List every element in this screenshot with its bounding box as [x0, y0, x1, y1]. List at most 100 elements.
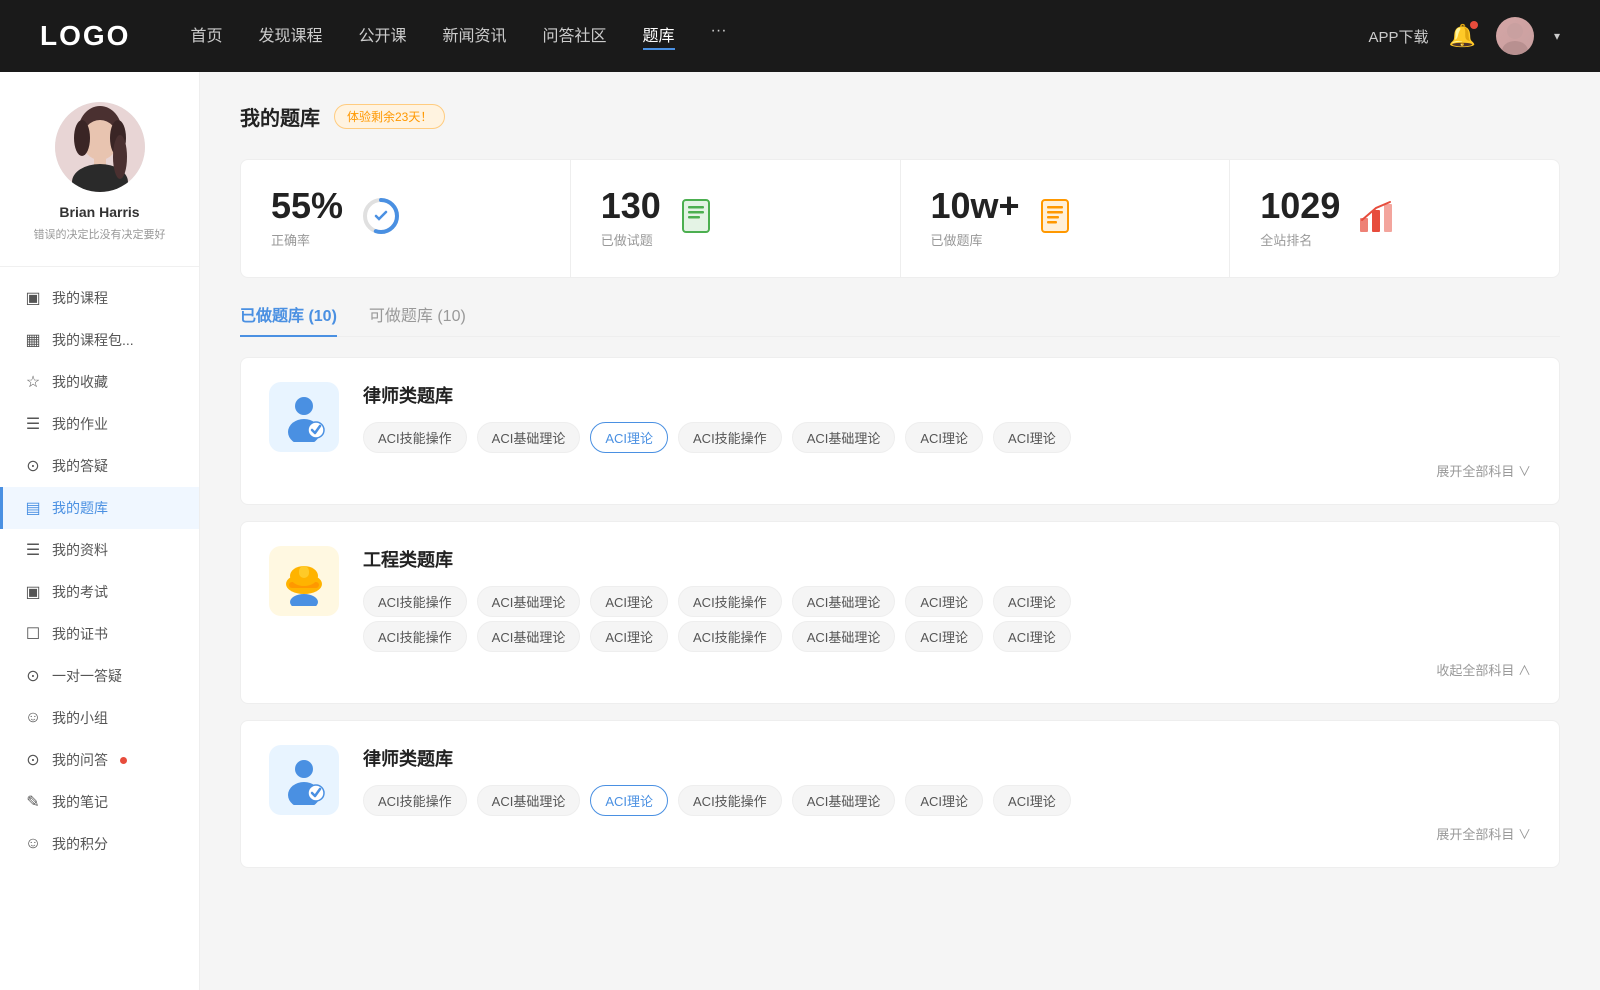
bank-tag[interactable]: ACI技能操作 [363, 785, 467, 816]
course-pack-icon: ▦ [24, 330, 42, 350]
bank-tag[interactable]: ACI理论 [993, 422, 1071, 453]
bank-expand-2[interactable]: 收起全部科目 ∧ [363, 660, 1531, 679]
bank-tag-active[interactable]: ACI理论 [590, 785, 668, 816]
bank-section-inner: 律师类题库 ACI技能操作 ACI基础理论 ACI理论 ACI技能操作 ACI基… [269, 382, 1531, 480]
bank-tag[interactable]: ACI技能操作 [678, 422, 782, 453]
bank-name-lawyer-2: 律师类题库 [363, 745, 1531, 771]
nav-more[interactable]: ··· [711, 22, 727, 50]
bank-expand-1[interactable]: 展开全部科目 ∨ [363, 461, 1531, 480]
sidebar-item-favorites[interactable]: ☆ 我的收藏 [0, 361, 199, 403]
tab-done[interactable]: 已做题库 (10) [240, 302, 337, 336]
sidebar-item-exam[interactable]: ▣ 我的考试 [0, 571, 199, 613]
stat-done-banks: 10w+ 已做题库 [901, 160, 1231, 277]
bank-tags-engineer-row2: ACI技能操作 ACI基础理论 ACI理论 ACI技能操作 ACI基础理论 AC… [363, 621, 1531, 652]
sidebar-item-certificate[interactable]: ☐ 我的证书 [0, 613, 199, 655]
bank-tag[interactable]: ACI技能操作 [678, 586, 782, 617]
bank-tag[interactable]: ACI理论 [905, 586, 983, 617]
bank-tags-lawyer-2: ACI技能操作 ACI基础理论 ACI理论 ACI技能操作 ACI基础理论 AC… [363, 785, 1531, 816]
stat-done-banks-label: 已做题库 [931, 230, 1020, 249]
bank-tag[interactable]: ACI技能操作 [678, 621, 782, 652]
notes-icon: ✎ [24, 792, 42, 812]
nav-discover[interactable]: 发现课程 [258, 22, 322, 50]
sidebar-item-label: 我的笔记 [52, 792, 108, 812]
bank-section-lawyer-2: 律师类题库 ACI技能操作 ACI基础理论 ACI理论 ACI技能操作 ACI基… [240, 720, 1560, 868]
tab-available[interactable]: 可做题库 (10) [369, 302, 466, 336]
avatar-chevron[interactable]: ▾ [1554, 29, 1560, 43]
bank-tag[interactable]: ACI理论 [905, 621, 983, 652]
sidebar-item-oneone[interactable]: ⊙ 一对一答疑 [0, 655, 199, 697]
bank-tag[interactable]: ACI技能操作 [363, 586, 467, 617]
sidebar-item-course-pack[interactable]: ▦ 我的课程包... [0, 319, 199, 361]
page-header: 我的题库 体验剩余23天！ [240, 102, 1560, 131]
bank-tags-engineer-row1: ACI技能操作 ACI基础理论 ACI理论 ACI技能操作 ACI基础理论 AC… [363, 586, 1531, 617]
sidebar-item-bank[interactable]: ▤ 我的题库 [0, 487, 199, 529]
bank-tag[interactable]: ACI技能操作 [363, 621, 467, 652]
bank-tag[interactable]: ACI理论 [993, 621, 1071, 652]
bank-expand-3[interactable]: 展开全部科目 ∨ [363, 824, 1531, 843]
stat-done-questions-icon [679, 198, 715, 239]
oneone-icon: ⊙ [24, 666, 42, 686]
notification-bell[interactable]: 🔔 [1449, 23, 1476, 49]
sidebar-item-label: 我的考试 [52, 582, 108, 602]
sidebar-item-notes[interactable]: ✎ 我的笔记 [0, 781, 199, 823]
exam-icon: ▣ [24, 582, 42, 602]
sidebar-item-questions[interactable]: ⊙ 我的答疑 [0, 445, 199, 487]
sidebar-item-materials[interactable]: ☰ 我的资料 [0, 529, 199, 571]
avatar [55, 102, 145, 192]
bank-tags-lawyer-1: ACI技能操作 ACI基础理论 ACI理论 ACI技能操作 ACI基础理论 AC… [363, 422, 1531, 453]
bank-tag[interactable]: ACI理论 [993, 785, 1071, 816]
bank-tag[interactable]: ACI基础理论 [477, 785, 581, 816]
avatar-placeholder [1496, 17, 1534, 55]
bank-tag[interactable]: ACI理论 [590, 621, 668, 652]
app-download[interactable]: APP下载 [1369, 26, 1429, 47]
bank-tag[interactable]: ACI基础理论 [792, 586, 896, 617]
stat-ranking: 1029 全站排名 [1230, 160, 1559, 277]
stats-row: 55% 正确率 130 已做试题 [240, 159, 1560, 278]
bank-content-lawyer-1: 律师类题库 ACI技能操作 ACI基础理论 ACI理论 ACI技能操作 ACI基… [363, 382, 1531, 480]
bank-tag[interactable]: ACI基础理论 [792, 785, 896, 816]
stat-ranking-label: 全站排名 [1260, 230, 1340, 249]
sidebar-item-label: 我的积分 [52, 834, 108, 854]
nav-qa[interactable]: 问答社区 [543, 22, 607, 50]
sidebar-item-label: 我的资料 [52, 540, 108, 560]
logo: LOGO [40, 20, 130, 52]
stat-done-banks-value: 10w+ [931, 188, 1020, 224]
course-icon: ▣ [24, 288, 42, 308]
nav-news[interactable]: 新闻资讯 [443, 22, 507, 50]
bank-tag[interactable]: ACI基础理论 [477, 621, 581, 652]
sidebar-item-course[interactable]: ▣ 我的课程 [0, 277, 199, 319]
bank-tag[interactable]: ACI理论 [905, 422, 983, 453]
navbar-right: APP下载 🔔 ▾ [1369, 17, 1560, 55]
nav-opencourse[interactable]: 公开课 [358, 22, 406, 50]
sidebar-item-homework[interactable]: ☰ 我的作业 [0, 403, 199, 445]
stat-done-questions-label: 已做试题 [601, 230, 661, 249]
stat-done-questions-content: 130 已做试题 [601, 188, 661, 249]
bank-icon-engineer [269, 546, 339, 616]
bank-tag[interactable]: ACI技能操作 [678, 785, 782, 816]
sidebar-item-label: 我的课程包... [52, 330, 134, 350]
stat-accuracy: 55% 正确率 [241, 160, 571, 277]
bank-tag[interactable]: ACI基础理论 [792, 621, 896, 652]
bank-content-engineer: 工程类题库 ACI技能操作 ACI基础理论 ACI理论 ACI技能操作 ACI基… [363, 546, 1531, 679]
group-icon: ☺ [24, 709, 42, 727]
bank-tag[interactable]: ACI基础理论 [477, 586, 581, 617]
nav-home[interactable]: 首页 [190, 22, 222, 50]
bank-tag[interactable]: ACI理论 [905, 785, 983, 816]
bank-tag[interactable]: ACI基础理论 [477, 422, 581, 453]
bank-tag[interactable]: ACI理论 [993, 586, 1071, 617]
bank-tag[interactable]: ACI技能操作 [363, 422, 467, 453]
bank-tag[interactable]: ACI基础理论 [792, 422, 896, 453]
bank-section-lawyer-1: 律师类题库 ACI技能操作 ACI基础理论 ACI理论 ACI技能操作 ACI基… [240, 357, 1560, 505]
bank-tag-active[interactable]: ACI理论 [590, 422, 668, 453]
sidebar-item-my-qa[interactable]: ⊙ 我的问答 [0, 739, 199, 781]
sidebar-item-label: 我的问答 [52, 750, 108, 770]
sidebar-item-group[interactable]: ☺ 我的小组 [0, 697, 199, 739]
stat-done-banks-content: 10w+ 已做题库 [931, 188, 1020, 249]
sidebar-item-points[interactable]: ☺ 我的积分 [0, 823, 199, 865]
favorites-icon: ☆ [24, 372, 42, 392]
stat-ranking-value: 1029 [1260, 188, 1340, 224]
user-avatar[interactable] [1496, 17, 1534, 55]
bank-tag[interactable]: ACI理论 [590, 586, 668, 617]
sidebar-item-label: 我的课程 [52, 288, 108, 308]
nav-bank[interactable]: 题库 [643, 22, 675, 50]
